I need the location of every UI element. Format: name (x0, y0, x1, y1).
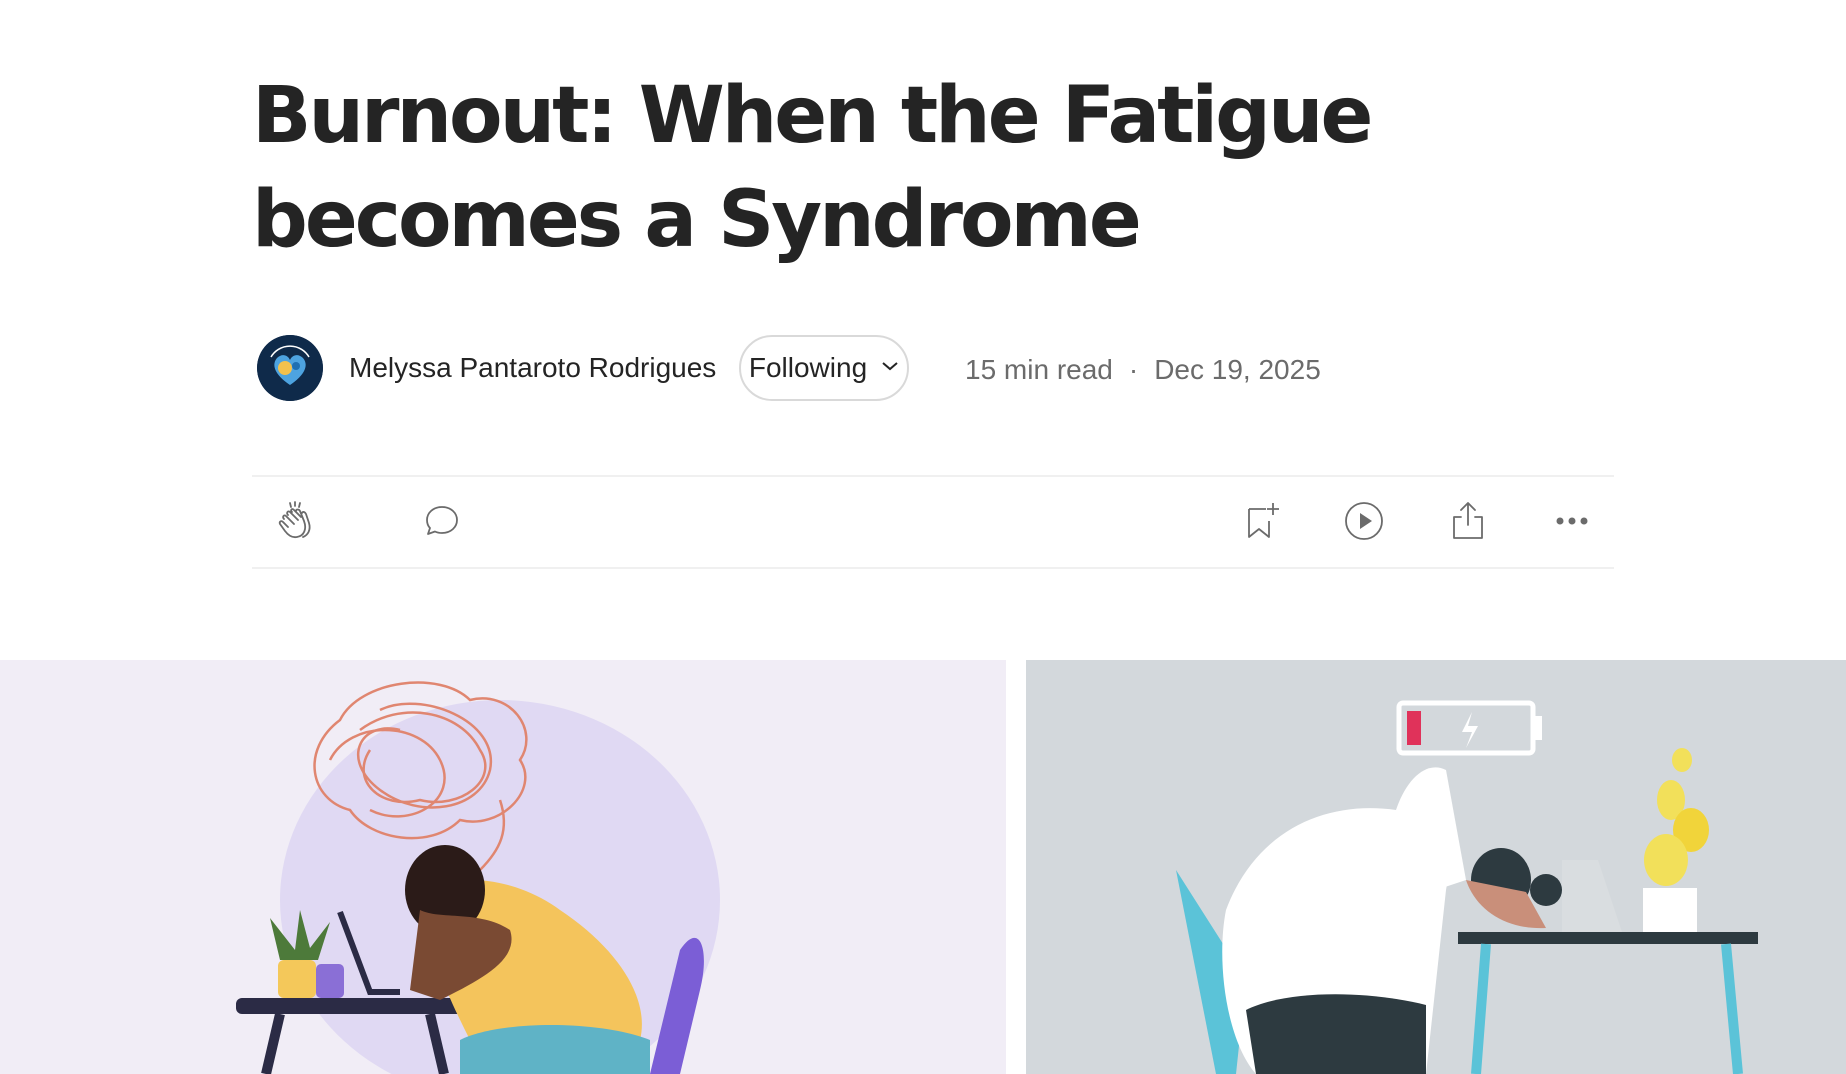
title-line-2: becomes a Syndrome (252, 175, 1142, 265)
listen-button[interactable] (1340, 499, 1388, 547)
meta-separator: · (1128, 354, 1139, 385)
title-line-1: Burnout: When the Fatigue (252, 71, 1373, 161)
article-action-bar (252, 475, 1614, 569)
following-label: Following (748, 352, 868, 383)
more-options-button[interactable] (1548, 499, 1596, 547)
responses-button[interactable] (418, 499, 466, 547)
share-button[interactable] (1444, 499, 1492, 547)
article-title: Burnout: When the Fatigue becomes a Synd… (252, 64, 1452, 272)
article-meta: 15 min read · Dec 19, 2025 (965, 354, 1321, 386)
play-circle-icon (1342, 499, 1386, 548)
save-button[interactable] (1238, 499, 1286, 547)
author-name[interactable]: Melyssa Pantaroto Rodrigues (349, 352, 716, 384)
chevron-down-icon (881, 359, 899, 377)
author-avatar[interactable] (257, 335, 323, 401)
bookmark-plus-icon (1240, 499, 1284, 548)
speech-bubble-icon (420, 499, 464, 548)
read-time: 15 min read (965, 354, 1113, 385)
following-button[interactable]: Following (739, 335, 909, 401)
more-horizontal-icon (1550, 499, 1594, 548)
clap-button[interactable] (272, 499, 320, 547)
share-icon (1446, 499, 1490, 548)
byline: Melyssa Pantaroto Rodrigues Following 15… (252, 332, 1652, 404)
hero-illustration-left (0, 660, 1006, 1074)
clap-icon (274, 499, 318, 548)
publish-date: Dec 19, 2025 (1154, 354, 1321, 385)
hero-illustration-right (1026, 660, 1846, 1074)
